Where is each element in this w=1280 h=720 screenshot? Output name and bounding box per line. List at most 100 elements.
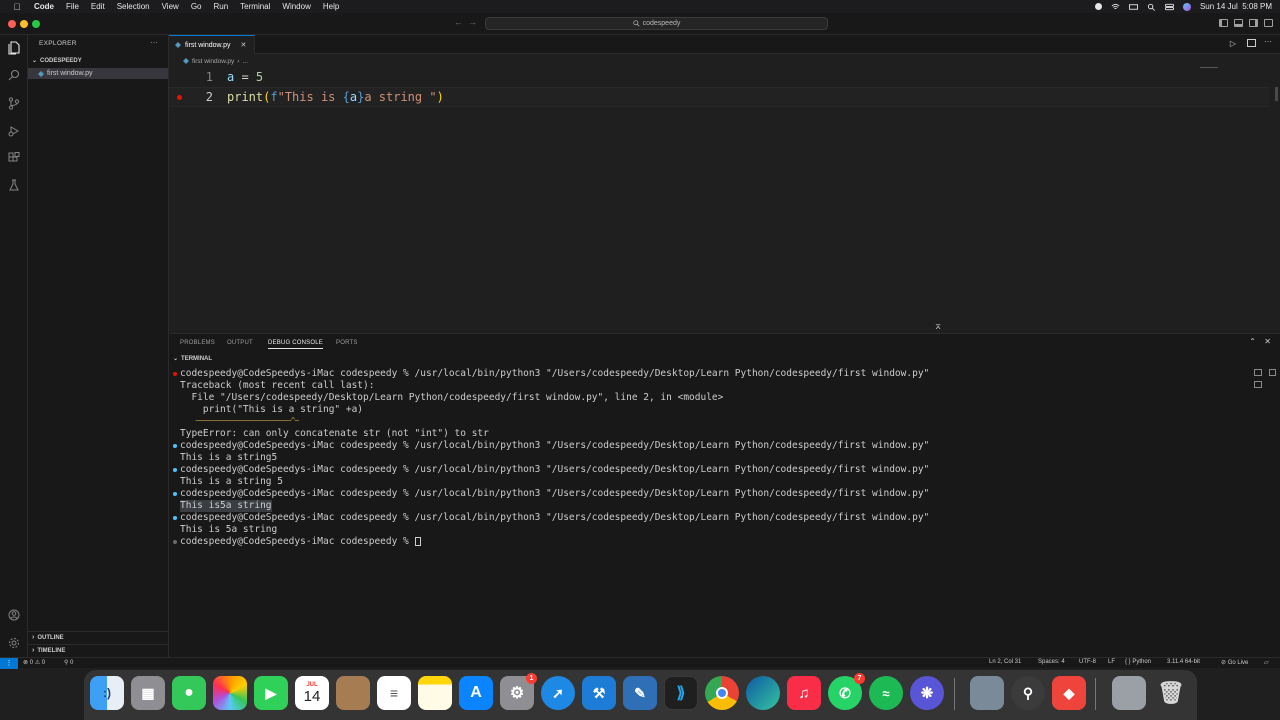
forward-arrow-icon[interactable]: →	[468, 17, 477, 27]
search-icon[interactable]	[6, 67, 22, 83]
contacts-icon[interactable]	[336, 676, 370, 710]
tab-first-window-py[interactable]: first window.py ✕	[169, 35, 255, 54]
tab-problems[interactable]: PROBLEMS	[180, 340, 215, 346]
close-panel-icon[interactable]: ✕	[1264, 337, 1271, 346]
explorer-icon[interactable]	[6, 40, 22, 56]
music-icon[interactable]: ♫	[787, 676, 821, 710]
siri-icon[interactable]	[1182, 2, 1191, 11]
maximize-panel-icon[interactable]: ⌃	[1249, 337, 1256, 346]
notifications-bell-icon[interactable]: ▱	[1264, 659, 1269, 666]
timeline-section[interactable]: › TIMELINE	[28, 644, 169, 656]
close-tab-icon[interactable]: ✕	[241, 41, 247, 49]
remote-window-icon[interactable]: ⋮	[0, 658, 18, 669]
cursor-position[interactable]: Ln 2, Col 31	[989, 659, 1021, 665]
python-interpreter[interactable]: 3.11.4 64-bit	[1167, 659, 1200, 665]
spotify-icon[interactable]: ≈	[869, 676, 903, 710]
zoom-window-button[interactable]	[32, 20, 40, 28]
breadcrumb-file[interactable]: first window.py	[192, 58, 234, 65]
downloads-stack-icon[interactable]	[1112, 676, 1146, 710]
folder-codespeedy[interactable]: ⌄ CODESPEEDY	[28, 55, 169, 66]
tab-output[interactable]: OUTPUT	[227, 340, 253, 346]
developer-tool-icon[interactable]: ✎	[623, 676, 657, 710]
menu-app-name[interactable]: Code	[34, 2, 54, 11]
xcode-icon[interactable]: ⚒	[582, 676, 616, 710]
control-center-icon[interactable]	[1164, 3, 1174, 11]
trash-icon[interactable]: 🗑	[1154, 676, 1188, 710]
terminal-section-header[interactable]: ⌄ TERMINAL	[173, 355, 212, 363]
run-debug-icon[interactable]	[6, 123, 22, 139]
terminal-list-icon[interactable]	[1269, 369, 1276, 376]
facetime-icon[interactable]: ▶	[254, 676, 288, 710]
apple-menu-icon[interactable]: 	[10, 2, 24, 12]
code-editor[interactable]: 1 a = 5 2 print(f"This is {a}a string ")…	[169, 67, 1280, 333]
menu-window[interactable]: Window	[282, 2, 310, 11]
menu-run[interactable]: Run	[213, 2, 228, 11]
terminal-python-icon[interactable]	[1254, 381, 1262, 388]
command-center-search[interactable]: codespeedy	[485, 17, 828, 30]
language-mode[interactable]: { } Python	[1125, 659, 1151, 665]
app-store-icon[interactable]: A	[459, 676, 493, 710]
end-of-line[interactable]: LF	[1108, 659, 1115, 665]
notes-icon[interactable]	[418, 676, 452, 710]
file-first-window-py[interactable]: first window.py	[28, 68, 168, 79]
go-live-button[interactable]: ⊘ Go Live	[1221, 659, 1248, 666]
system-settings-icon[interactable]: ⚙ 1	[500, 673, 537, 710]
toggle-panel-icon[interactable]	[1234, 19, 1243, 27]
source-control-icon[interactable]	[6, 95, 22, 111]
calendar-icon[interactable]: JUL 14	[295, 676, 329, 710]
editor-scrollbar[interactable]	[1275, 87, 1278, 101]
code-line-2[interactable]: 2 print(f"This is {a}a string ")	[169, 87, 1269, 107]
accounts-icon[interactable]	[6, 607, 22, 623]
toggle-primary-sidebar-icon[interactable]	[1219, 19, 1228, 27]
encoding[interactable]: UTF-8	[1079, 659, 1096, 665]
menu-file[interactable]: File	[66, 2, 79, 11]
menu-view[interactable]: View	[162, 2, 179, 11]
minimize-window-button[interactable]	[20, 20, 28, 28]
tab-debug-console[interactable]: DEBUG CONSOLE	[268, 340, 323, 349]
toggle-secondary-sidebar-icon[interactable]	[1249, 19, 1258, 27]
code-line-1[interactable]: 1 a = 5	[169, 67, 1269, 87]
manage-gear-icon[interactable]	[6, 635, 22, 651]
menu-help[interactable]: Help	[323, 2, 339, 11]
close-window-button[interactable]	[8, 20, 16, 28]
menu-edit[interactable]: Edit	[91, 2, 105, 11]
preview-icon[interactable]: ⚲	[1011, 676, 1045, 710]
reminders-icon[interactable]: ≡	[377, 676, 411, 710]
edge-icon[interactable]	[746, 676, 780, 710]
indentation[interactable]: Spaces: 4	[1038, 659, 1065, 665]
launchpad-icon[interactable]: ▦	[131, 676, 165, 710]
chrome-icon[interactable]	[705, 676, 739, 710]
wifi-icon[interactable]	[1111, 3, 1120, 11]
terminal-output[interactable]: codespeedy@CodeSpeedys-iMac codespeedy %…	[169, 368, 1249, 568]
menu-go[interactable]: Go	[191, 2, 202, 11]
split-editor-icon[interactable]	[1247, 39, 1256, 47]
menu-selection[interactable]: Selection	[117, 2, 150, 11]
back-arrow-icon[interactable]: ←	[454, 17, 463, 27]
messages-icon[interactable]: ●	[172, 676, 206, 710]
record-icon[interactable]	[1094, 3, 1102, 10]
testing-icon[interactable]	[6, 177, 22, 193]
run-python-file-icon[interactable]: ▷	[1230, 39, 1236, 48]
finder-icon[interactable]: :)	[90, 676, 124, 710]
menubar-clock[interactable]: Sun 14 Jul 5:08 PM	[1200, 2, 1272, 11]
breakpoint-icon[interactable]	[177, 95, 182, 100]
new-terminal-icon[interactable]	[1254, 369, 1262, 376]
safari-icon[interactable]: ➚	[541, 676, 575, 710]
more-actions-icon[interactable]: ···	[150, 38, 158, 47]
keyboard-icon[interactable]	[1128, 3, 1138, 11]
ports-status[interactable]: ⚲ 0	[64, 659, 73, 666]
more-actions-icon[interactable]: ···	[1264, 37, 1272, 46]
star-app-icon[interactable]: ❋	[910, 676, 944, 710]
breadcrumb-symbols[interactable]: ...	[242, 58, 247, 65]
minimap[interactable]	[1200, 67, 1218, 68]
search-icon[interactable]	[1147, 3, 1156, 11]
customize-layout-icon[interactable]	[1264, 19, 1273, 27]
whatsapp-icon[interactable]: ✆ 7	[828, 673, 865, 710]
menu-terminal[interactable]: Terminal	[240, 2, 270, 11]
disk-utility-icon[interactable]	[970, 676, 1004, 710]
problems-status[interactable]: ⊗ 0 ⚠ 0	[23, 659, 45, 666]
photos-icon[interactable]	[213, 676, 247, 710]
extensions-icon[interactable]	[6, 150, 22, 166]
vscode-icon[interactable]: ⟫	[664, 676, 698, 710]
outline-section[interactable]: › OUTLINE	[28, 631, 169, 643]
